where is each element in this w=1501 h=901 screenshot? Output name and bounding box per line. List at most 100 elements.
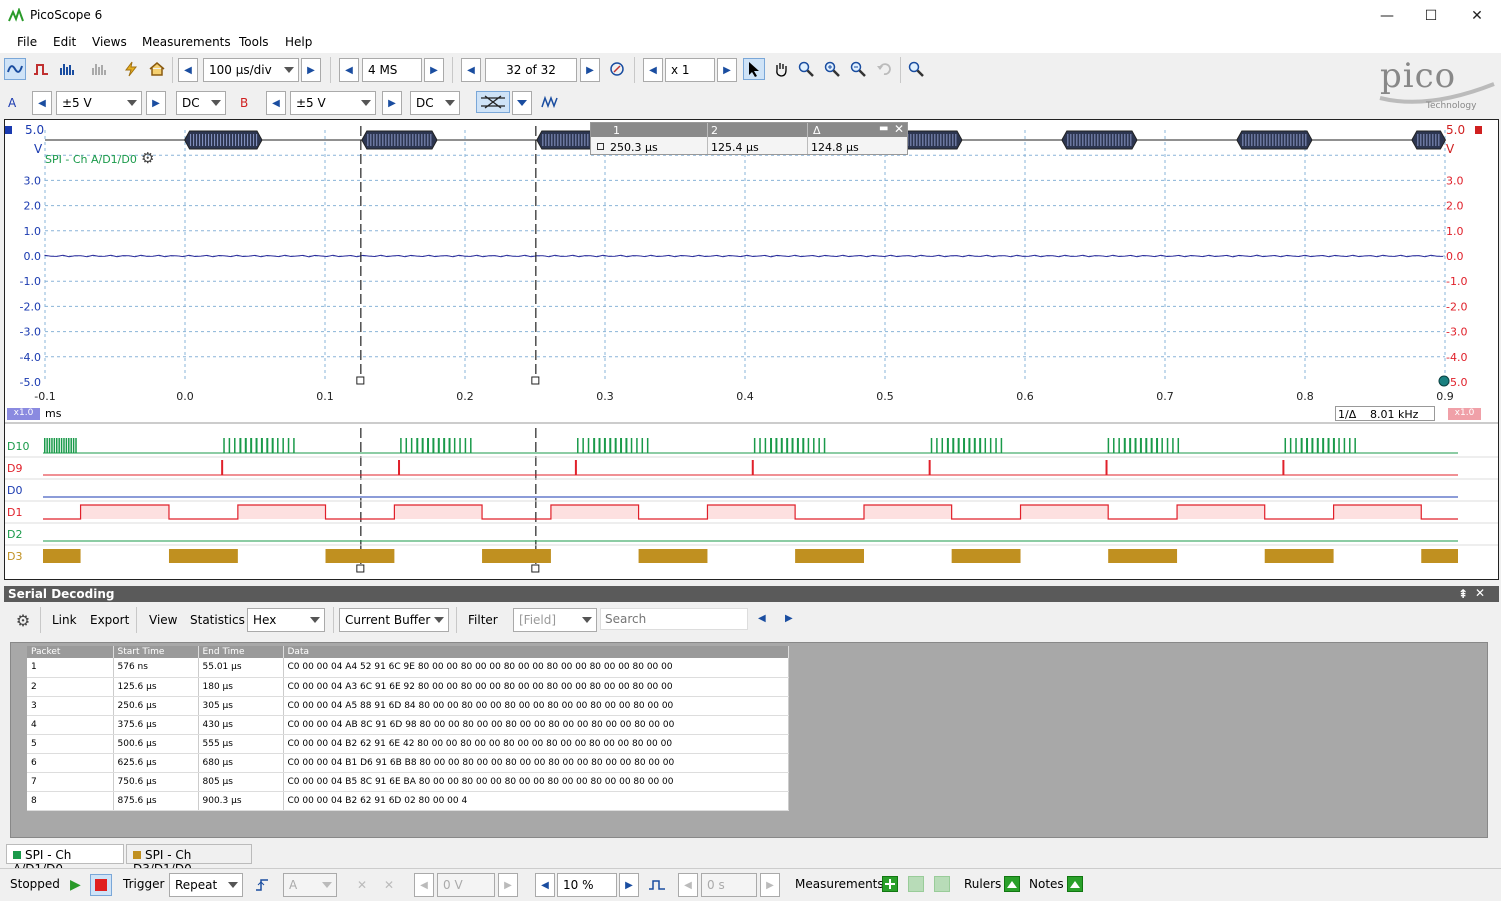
statistics-button[interactable]: Statistics: [190, 613, 245, 627]
col-end-time[interactable]: End Time: [198, 646, 284, 658]
export-button[interactable]: Export: [90, 613, 129, 627]
reference-waveforms-icon[interactable]: [540, 91, 562, 113]
scope-plot[interactable]: 3.0 2.0 1.0 0.0 -1.0 -2.0 -3.0 -4.0 -5.0 3.0 2.0 1.…: [5, 120, 1498, 579]
table-row[interactable]: 7 750.6 µs 805 µs C0 00 00 04 B5 8C 91 6E B…: [27, 772, 789, 792]
search-prev-icon[interactable]: ◀: [758, 613, 766, 624]
notes-icon[interactable]: [1067, 876, 1083, 892]
math-channels-dropdown[interactable]: [512, 91, 532, 115]
samples-next-button[interactable]: ▶: [424, 58, 444, 82]
rulers-icon[interactable]: [1004, 876, 1020, 892]
format-select[interactable]: Hex: [247, 608, 325, 632]
zoom-out-icon[interactable]: [847, 58, 869, 80]
zoom-next-button[interactable]: ▶: [717, 58, 737, 82]
channel-a-range-next[interactable]: ▶: [146, 91, 166, 115]
delay-prev-button[interactable]: ◀: [678, 873, 698, 897]
hand-tool-icon[interactable]: [770, 58, 792, 80]
zoom-prev-button[interactable]: ◀: [643, 58, 663, 82]
table-row[interactable]: 1 576 ns 55.01 µs C0 00 00 04 A4 52 91 6C 9…: [27, 658, 789, 678]
menu-measurements[interactable]: Measurements: [142, 35, 231, 49]
channel-b-range-next[interactable]: ▶: [382, 91, 402, 115]
zoom-select[interactable]: x 1: [665, 58, 715, 82]
samples-prev-button[interactable]: ◀: [339, 58, 359, 82]
stop-button[interactable]: [90, 874, 112, 896]
table-row[interactable]: 2 125.6 µs 180 µs C0 00 00 04 A3 6C 91 6E 9…: [27, 677, 789, 697]
cursor-box-close-icon[interactable]: ✕: [894, 122, 904, 136]
delay-next-button[interactable]: ▶: [760, 873, 780, 897]
buffer-prev-button[interactable]: ◀: [461, 58, 481, 82]
channel-b-coupling[interactable]: DC: [410, 91, 460, 115]
menu-file[interactable]: File: [17, 35, 37, 49]
channel-a-button[interactable]: A: [4, 92, 26, 116]
tab-spi-ch-d3[interactable]: SPI - Ch D3/D1/D0: [126, 844, 252, 876]
view-button[interactable]: View: [149, 613, 177, 627]
spectrum-persistence-icon[interactable]: [88, 58, 110, 80]
buffer-position[interactable]: 32 of 32: [485, 58, 577, 82]
scope-view[interactable]: 3.0 2.0 1.0 0.0 -1.0 -2.0 -3.0 -4.0 -5.0 3.0 2.0 1.…: [4, 119, 1499, 580]
edit-measurement-icon[interactable]: [908, 876, 924, 892]
home-icon[interactable]: [146, 58, 168, 80]
zoom-tool-icon[interactable]: [795, 58, 817, 80]
menu-help[interactable]: Help: [285, 35, 312, 49]
zoom-in-icon[interactable]: [821, 58, 843, 80]
right-zoom-badge[interactable]: x1.0: [1448, 408, 1481, 420]
pretrigger-value[interactable]: 10 %: [557, 873, 617, 897]
buffer-next-button[interactable]: ▶: [580, 58, 600, 82]
channel-a-coupling[interactable]: DC: [176, 91, 226, 115]
cursor-measurement-box[interactable]: 1 2 Δ ▬ ✕ 250.3 µs 125.4 µs 124.8 µs: [590, 122, 908, 155]
timebase-select[interactable]: 100 µs/div: [203, 58, 299, 82]
trigger-options-icon[interactable]: ✕: [351, 874, 373, 896]
channel-b-range[interactable]: ±5 V: [290, 91, 376, 115]
trigger-mode-select[interactable]: Repeat: [169, 873, 243, 897]
tab-spi-ch-a[interactable]: SPI - Ch A/D1/D0: [6, 844, 124, 876]
timebase-prev-button[interactable]: ◀: [178, 58, 198, 82]
menu-edit[interactable]: Edit: [53, 35, 76, 49]
level-next-button[interactable]: ▶: [498, 873, 518, 897]
decoder-settings-icon[interactable]: ⚙: [141, 149, 154, 167]
trigger-delay[interactable]: 0 s: [701, 873, 757, 897]
serial-close-icon[interactable]: ✕: [1475, 586, 1485, 600]
table-row[interactable]: 5 500.6 µs 555 µs C0 00 00 04 B2 62 91 6E 4…: [27, 734, 789, 754]
link-button[interactable]: Link: [52, 613, 77, 627]
buffer-navigator-icon[interactable]: [606, 58, 628, 80]
undo-zoom-icon[interactable]: [873, 58, 895, 80]
left-zoom-badge[interactable]: x1.0: [7, 408, 40, 420]
pretrigger-next-button[interactable]: ▶: [619, 873, 639, 897]
level-prev-button[interactable]: ◀: [414, 873, 434, 897]
table-row[interactable]: 4 375.6 µs 430 µs C0 00 00 04 AB 8C 91 6D 9…: [27, 715, 789, 735]
col-data[interactable]: Data: [283, 646, 789, 658]
delete-measurement-icon[interactable]: [934, 876, 950, 892]
math-channels-icon[interactable]: [476, 91, 510, 113]
col-packet[interactable]: Packet: [27, 646, 114, 658]
field-select[interactable]: [Field]: [513, 608, 597, 632]
run-icon[interactable]: ▶: [70, 877, 81, 893]
pin-icon[interactable]: ⇞: [1458, 587, 1468, 601]
table-row[interactable]: 3 250.6 µs 305 µs C0 00 00 04 A5 88 91 6D 8…: [27, 696, 789, 716]
add-measurement-icon[interactable]: [882, 876, 898, 892]
zoom-fit-icon[interactable]: [905, 58, 927, 80]
pretrigger-prev-button[interactable]: ◀: [535, 873, 555, 897]
table-row[interactable]: 6 625.6 µs 680 µs C0 00 00 04 B1 D6 91 6B B…: [27, 753, 789, 773]
channel-a-range-prev[interactable]: ◀: [32, 91, 52, 115]
search-next-icon[interactable]: ▶: [785, 613, 793, 624]
minimize-button[interactable]: —: [1364, 0, 1410, 31]
buffer-select[interactable]: Current Buffer: [339, 608, 449, 632]
trigger-advanced-icon[interactable]: ✕: [378, 874, 400, 896]
search-input[interactable]: [600, 608, 748, 630]
cursor-box-minimize-icon[interactable]: ▬: [879, 123, 888, 134]
table-row[interactable]: 8 875.6 µs 900.3 µs C0 00 00 04 B2 62 91 6D…: [27, 791, 789, 811]
channel-b-button[interactable]: B: [236, 92, 258, 116]
menu-tools[interactable]: Tools: [239, 35, 269, 49]
pointer-tool-icon[interactable]: [743, 58, 765, 80]
trigger-delay-icon[interactable]: [646, 874, 668, 896]
serial-settings-icon[interactable]: ⚙: [12, 609, 34, 631]
filter-button[interactable]: Filter: [468, 613, 498, 627]
timebase-next-button[interactable]: ▶: [301, 58, 321, 82]
maximize-button[interactable]: ☐: [1408, 0, 1454, 31]
auto-setup-icon[interactable]: [120, 58, 142, 80]
persistence-mode-icon[interactable]: [30, 58, 52, 80]
close-button[interactable]: ✕: [1454, 0, 1500, 31]
col-start-time[interactable]: Start Time: [113, 646, 199, 658]
samples-select[interactable]: 4 MS: [362, 58, 422, 82]
trigger-source-select[interactable]: A: [283, 873, 337, 897]
channel-b-range-prev[interactable]: ◀: [266, 91, 286, 115]
